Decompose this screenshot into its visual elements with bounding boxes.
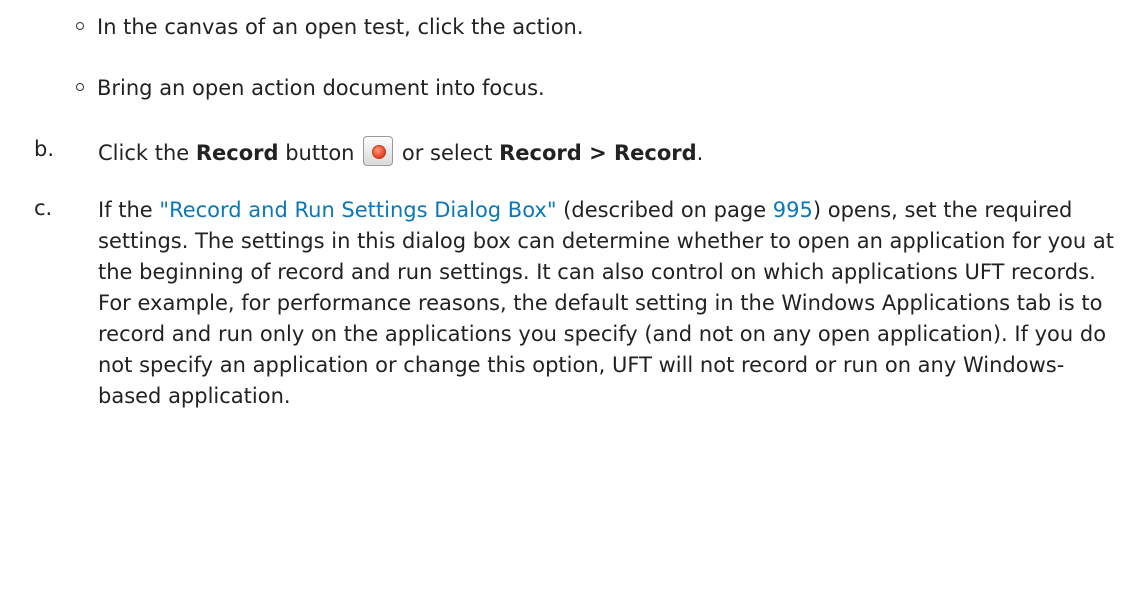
step-b-text: Click the Record button or select Record… — [98, 136, 703, 166]
sub-list-item-text: Bring an open action document into focus… — [97, 76, 545, 100]
step-c-text-3: ) opens, set the required settings. The … — [98, 198, 1114, 408]
step-b-text-1: Click the — [98, 141, 196, 165]
sub-list-item-text: In the canvas of an open test, click the… — [97, 15, 584, 39]
hollow-bullet-icon — [76, 83, 84, 91]
sub-list-item-2: Bring an open action document into focus… — [76, 75, 545, 101]
document-page: In the canvas of an open test, click the… — [0, 0, 1128, 601]
step-c-text-2: (described on page — [556, 198, 773, 222]
record-menu-path: Record > Record — [499, 141, 697, 165]
record-run-settings-link[interactable]: "Record and Run Settings Dialog Box" — [159, 198, 556, 222]
page-number-link[interactable]: 995 — [773, 198, 813, 222]
hollow-bullet-icon — [76, 22, 84, 30]
step-marker: c. — [34, 196, 53, 220]
step-b-text-4: . — [696, 141, 704, 165]
sub-list-item-1: In the canvas of an open test, click the… — [76, 14, 584, 40]
step-b-text-3: or select — [395, 141, 500, 165]
step-c-text: If the "Record and Run Settings Dialog B… — [98, 195, 1118, 412]
record-button-icon[interactable] — [363, 136, 394, 166]
step-b-text-2: button — [278, 141, 362, 165]
record-label: Record — [195, 141, 279, 165]
step-marker: b. — [34, 137, 55, 161]
step-c-text-1: If the — [98, 198, 160, 222]
